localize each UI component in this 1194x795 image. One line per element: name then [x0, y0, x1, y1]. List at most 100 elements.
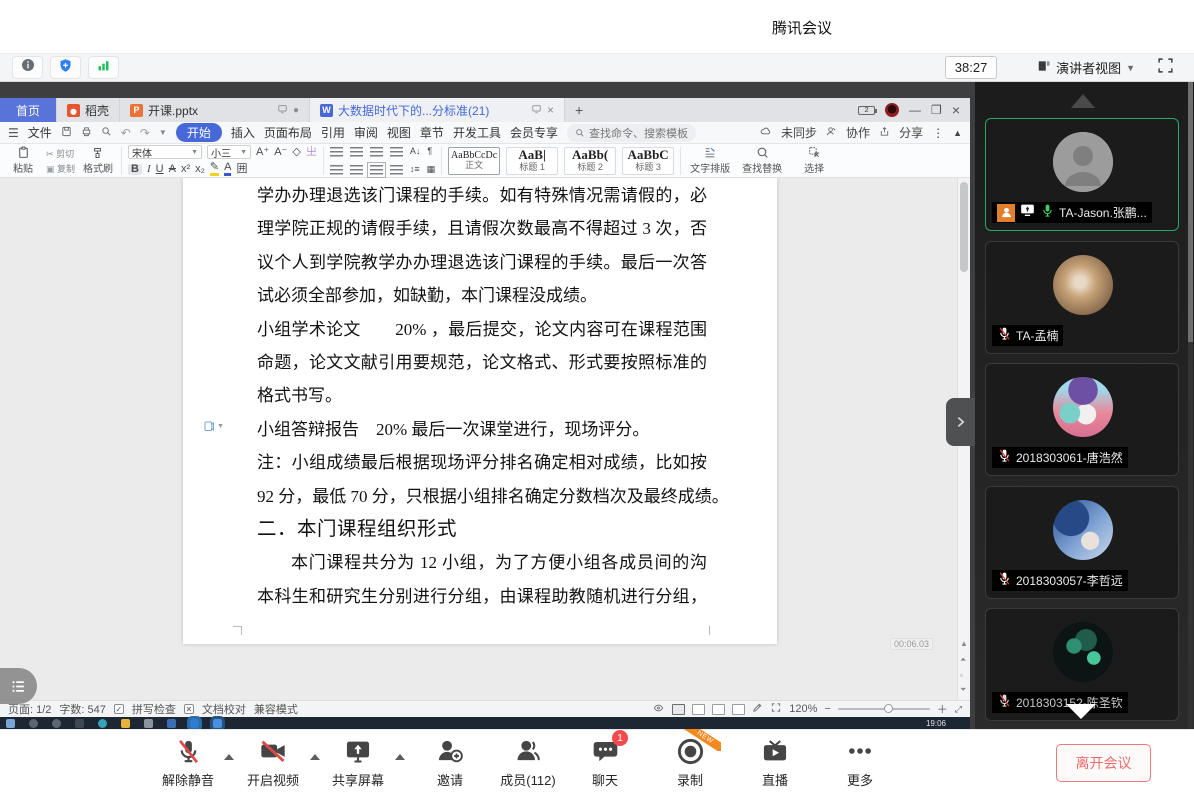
wps-tab-document-active[interactable]: W 大数据时代下的...分标准(21) ×: [310, 98, 565, 122]
invite-button[interactable]: 邀请: [408, 736, 492, 789]
network-quality-button[interactable]: [88, 56, 119, 79]
style-normal[interactable]: AaBbCcDc 正文: [448, 147, 500, 175]
minimize-icon[interactable]: —: [909, 103, 921, 117]
view-mode-selector[interactable]: 演讲者视图 ▼: [1037, 58, 1135, 77]
scrollbar-thumb[interactable]: [960, 182, 968, 272]
style-heading1[interactable]: AaB| 标题 1: [506, 147, 558, 175]
health-shield-button[interactable]: [50, 56, 81, 79]
comment-indicator-icon[interactable]: ▼: [203, 420, 224, 433]
prev-page-icon[interactable]: ⏶: [960, 656, 966, 664]
align-left-icon[interactable]: [330, 165, 343, 175]
share-label[interactable]: 分享: [899, 124, 923, 141]
cut-button[interactable]: ✂ 剪切: [46, 147, 75, 160]
participant-tile[interactable]: 2018303057-李哲远: [985, 486, 1179, 599]
copy-button[interactable]: ▣ 复制: [46, 162, 75, 175]
edge-icon[interactable]: [98, 719, 107, 728]
preview-icon[interactable]: [101, 126, 112, 140]
align-justify-icon[interactable]: [370, 165, 383, 175]
menu-tab-member[interactable]: 会员专享: [510, 124, 558, 141]
share-screen-button[interactable]: 共享屏幕: [316, 736, 400, 789]
font-color-button[interactable]: A: [224, 162, 231, 176]
taskbar-app-icon[interactable]: [29, 719, 38, 728]
taskbar-app-icon[interactable]: [167, 719, 176, 728]
start-icon[interactable]: [6, 719, 15, 728]
taskbar-active-app-icon[interactable]: [190, 719, 199, 728]
sidebar-collapse-toggle[interactable]: [946, 398, 975, 446]
menu-tab-review[interactable]: 审阅: [354, 124, 378, 141]
find-replace-button[interactable]: 查找替换: [739, 146, 785, 175]
proofing-label[interactable]: 文档校对: [202, 701, 246, 717]
collaborate-icon[interactable]: [826, 126, 837, 140]
word-count[interactable]: 字数: 547: [59, 701, 105, 717]
sync-status-label[interactable]: 未同步: [781, 124, 817, 141]
font-name-select[interactable]: 宋体▼: [128, 145, 202, 159]
line-spacing-icon[interactable]: ↕≡: [410, 165, 420, 174]
taskbar-app-icon[interactable]: [52, 719, 61, 728]
style-heading2[interactable]: AaBb( 标题 2: [564, 147, 616, 175]
spellcheck-label[interactable]: 拼写检查: [132, 701, 176, 717]
taskbar-active-app-icon[interactable]: [213, 719, 222, 728]
zoom-in-icon[interactable]: ＋: [937, 701, 948, 717]
fullscreen-button[interactable]: [1157, 57, 1174, 79]
share-options-caret[interactable]: [395, 754, 405, 760]
zoom-out-icon[interactable]: −: [824, 703, 830, 715]
char-border-icon[interactable]: 囲: [236, 164, 247, 175]
menu-tab-layout[interactable]: 页面布局: [264, 124, 312, 141]
style-heading3[interactable]: AaBbC 标题 3: [622, 147, 674, 175]
wps-tab-home[interactable]: 首页: [0, 98, 57, 122]
eye-protect-icon[interactable]: [652, 703, 665, 716]
menu-tab-home[interactable]: 开始: [176, 123, 222, 142]
redo-icon[interactable]: ↷: [140, 126, 150, 140]
more-vertical-icon[interactable]: ⋮: [932, 126, 944, 140]
web-view-icon[interactable]: [732, 704, 745, 715]
scroll-up-arrow[interactable]: [1071, 94, 1095, 108]
save-icon[interactable]: [61, 126, 72, 140]
participant-tile[interactable]: TA-Jason.张鹏...: [985, 118, 1179, 231]
wps-tab-pptx[interactable]: P 开课.pptx ●: [120, 98, 310, 122]
subscript-button[interactable]: x₂: [195, 164, 205, 175]
outdent-icon[interactable]: [370, 147, 383, 157]
expand-statusbar-icon[interactable]: ⤢: [955, 704, 962, 715]
edit-pencil-icon[interactable]: [752, 702, 763, 716]
start-video-button[interactable]: 开启视频: [231, 736, 315, 789]
menu-tab-insert[interactable]: 插入: [231, 124, 255, 141]
account-avatar[interactable]: [885, 103, 899, 117]
font-size-select[interactable]: 小三▼: [207, 145, 251, 159]
zoom-slider-knob[interactable]: [884, 704, 893, 713]
live-button[interactable]: 直播: [733, 736, 817, 789]
increase-font-icon[interactable]: A⁺: [256, 147, 269, 158]
highlight-button[interactable]: ✎: [210, 162, 219, 176]
record-button[interactable]: NEW 录制: [648, 736, 732, 789]
proofing-checkbox[interactable]: ✕: [184, 704, 194, 714]
scrollbar-thumb[interactable]: [1188, 82, 1193, 342]
close-icon[interactable]: ×: [952, 102, 960, 118]
fit-page-icon[interactable]: [770, 702, 782, 716]
leave-meeting-button[interactable]: 离开会议: [1056, 744, 1151, 782]
format-painter-button[interactable]: 格式刷: [81, 147, 115, 175]
more-button[interactable]: 更多: [818, 736, 902, 789]
distribute-icon[interactable]: [390, 165, 403, 175]
text-layout-button[interactable]: 文字排版: [687, 146, 733, 175]
select-button[interactable]: 选择: [791, 146, 837, 175]
document-page[interactable]: 学办办理退选该门课程的手续。如有特殊情况需请假的，必须办 理学院正规的请假手续，…: [183, 178, 777, 644]
sidebar-scrollbar[interactable]: [1188, 82, 1193, 729]
chevron-down-icon[interactable]: ▼: [159, 128, 167, 137]
menu-file[interactable]: 文件: [28, 124, 52, 141]
menu-tab-references[interactable]: 引用: [321, 124, 345, 141]
next-page-icon[interactable]: ⏷: [960, 686, 966, 694]
decrease-font-icon[interactable]: A⁻: [274, 147, 287, 158]
sort-icon[interactable]: A↓: [410, 147, 421, 156]
cloud-sync-icon[interactable]: [759, 126, 772, 140]
taskbar-app-icon[interactable]: [144, 719, 153, 728]
read-view-icon[interactable]: [712, 704, 725, 715]
underline-button[interactable]: U: [156, 164, 164, 175]
share-icon[interactable]: [879, 126, 890, 140]
bullet-list-icon[interactable]: [330, 147, 343, 157]
undo-icon[interactable]: ↶: [121, 126, 131, 140]
meeting-panel-toggle[interactable]: [0, 668, 37, 704]
bold-button[interactable]: B: [128, 164, 142, 175]
meeting-info-button[interactable]: [12, 56, 43, 79]
menu-tab-devtools[interactable]: 开发工具: [453, 124, 501, 141]
taskbar-app-icon[interactable]: [75, 719, 84, 728]
indent-icon[interactable]: [390, 147, 403, 157]
